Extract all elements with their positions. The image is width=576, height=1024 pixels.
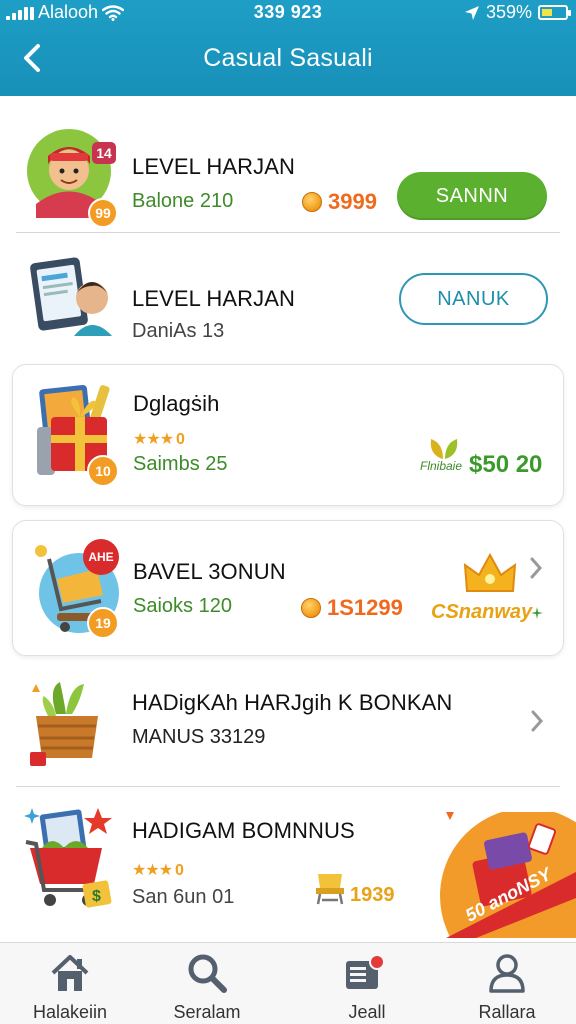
coin-value: 1S1299 <box>301 595 403 621</box>
page-title: Casual Sasuali <box>203 44 373 72</box>
row-chevron[interactable] <box>525 553 547 583</box>
svg-text:$: $ <box>92 888 101 905</box>
divider <box>16 232 560 233</box>
nav-label: Halakeiin <box>32 1002 108 1022</box>
level-badge: 99 <box>88 198 118 228</box>
plant-basket-icon <box>30 682 98 766</box>
battery-icon <box>538 5 571 20</box>
bottom-nav: Halakeiin Seralam Jeall Rallara <box>0 942 576 1024</box>
level-badge: 10 <box>87 455 119 487</box>
coin-amount: 3999 <box>328 189 377 214</box>
row-chevron[interactable] <box>526 706 548 736</box>
item-name: HADigKAh HARJgih K BONKAN <box>132 690 453 715</box>
coin-icon <box>301 598 321 618</box>
list-item[interactable]: $ HADIGAM BOMNNUS ★★★ 0 San 6un 01 1939 5… <box>0 790 576 942</box>
status-right: 359% <box>464 2 571 23</box>
rating-value: 0 <box>176 431 185 448</box>
chevron-right-icon <box>531 710 544 732</box>
offer-list: 14 99 LEVEL HARJAN Balone 210 3999 SANNN… <box>0 96 576 942</box>
sparkle-icon <box>531 607 543 619</box>
item-subtitle: Saioks 120 <box>133 595 232 617</box>
chair-icon <box>316 874 344 905</box>
star-rating: ★★★ 0 <box>132 860 184 880</box>
list-item[interactable]: LEVEL HARJAN DaniAs 13 NANUK <box>0 236 576 360</box>
rating-value: 0 <box>175 862 184 879</box>
divider <box>16 786 560 787</box>
level-badge: 19 <box>87 607 119 639</box>
inbox-icon <box>346 954 384 989</box>
coin-icon <box>302 192 322 212</box>
nav-item-profile[interactable]: Rallara <box>442 949 572 1022</box>
reward-caption: CSnanway <box>431 601 533 623</box>
location-arrow-icon <box>464 5 479 20</box>
star-icon: ★★★ <box>133 431 174 448</box>
item-value: 1939 <box>350 884 395 906</box>
star-icon: ★★★ <box>132 862 173 879</box>
item-price: $50 20 <box>469 451 543 478</box>
sale-badge: AHE <box>83 539 119 575</box>
promo-burst-icon <box>440 812 576 938</box>
item-name: Dglagṡih <box>133 391 220 416</box>
nav-label: Seralam <box>173 1002 241 1022</box>
battery-percent: 359% <box>485 2 532 22</box>
claim-button[interactable]: SANNN <box>397 172 547 220</box>
item-name: BAVEL 3ONUN <box>133 559 286 584</box>
list-item[interactable]: 14 99 LEVEL HARJAN Balone 210 3999 SANNN <box>0 110 576 232</box>
action-button[interactable]: NANUK <box>399 273 548 325</box>
app-header: Alalooh 339 923 359% Casual Sasuali <box>0 0 576 96</box>
shopping-cart-icon: $ <box>24 808 112 908</box>
status-bar: Alalooh 339 923 359% <box>0 0 576 26</box>
list-item-card[interactable]: 10 Dglagṡih ★★★ 0 Saimbs 25 Flnibaie $50 … <box>12 364 564 506</box>
item-name: LEVEL HARJAN <box>132 286 295 311</box>
nav-label: Jeall <box>348 1002 386 1022</box>
item-subtitle: MANUS 33129 <box>132 726 266 748</box>
nav-item-inbox[interactable]: Jeall <box>302 949 432 1022</box>
item-subtitle: San 6un 01 <box>132 886 235 908</box>
crown-icon <box>463 552 517 592</box>
chevron-right-icon <box>530 557 543 579</box>
coin-amount: 1S1299 <box>327 595 403 620</box>
coin-value: 3999 <box>302 189 377 215</box>
item-name: LEVEL HARJAN <box>132 154 295 179</box>
search-icon <box>188 954 227 993</box>
list-item-card[interactable]: AHE 19 BAVEL 3ONUN Saioks 120 1S1299 CSn… <box>12 520 564 656</box>
leaf-icon <box>430 439 458 459</box>
list-item[interactable]: HADigKAh HARJgih K BONKAN MANUS 33129 <box>0 668 576 786</box>
profile-icon <box>489 954 525 993</box>
item-name: HADIGAM BOMNNUS <box>132 818 355 843</box>
item-subtitle: Saimbs 25 <box>133 453 228 475</box>
nav-item-home[interactable]: Halakeiin <box>5 949 135 1022</box>
home-icon <box>51 955 89 991</box>
nav-item-search[interactable]: Seralam <box>142 949 272 1022</box>
tablet-user-icon <box>30 257 112 336</box>
price-caption: Flnibaie <box>420 459 463 473</box>
item-subtitle: DaniAs 13 <box>132 320 225 342</box>
nav-label: Rallara <box>478 1002 536 1022</box>
item-badge: 14 <box>92 142 116 164</box>
item-subtitle: Balone 210 <box>132 190 234 212</box>
star-rating: ★★★ 0 <box>133 429 185 449</box>
